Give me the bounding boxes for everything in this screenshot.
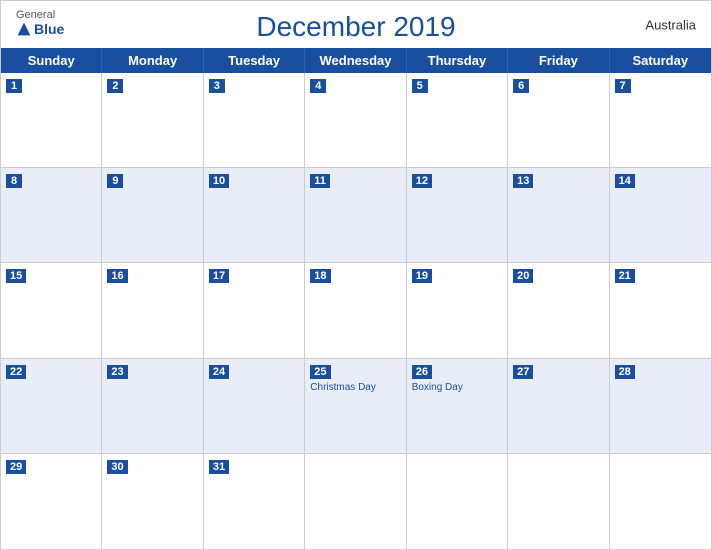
day-saturday: Saturday <box>610 48 711 73</box>
day-number: 5 <box>412 79 428 93</box>
day-sunday: Sunday <box>1 48 102 73</box>
day-number: 22 <box>6 365 26 379</box>
calendar-day-cell: 27 <box>508 359 609 454</box>
day-number: 18 <box>310 269 330 283</box>
logo-blue-text: Blue <box>16 21 64 37</box>
calendar-day-cell <box>407 454 508 549</box>
logo-general-text: General <box>16 9 55 21</box>
day-number: 1 <box>6 79 22 93</box>
calendar-day-cell: 15 <box>1 263 102 358</box>
day-number: 9 <box>107 174 123 188</box>
day-tuesday: Tuesday <box>204 48 305 73</box>
day-friday: Friday <box>508 48 609 73</box>
day-number: 4 <box>310 79 326 93</box>
country-label: Australia <box>645 17 696 32</box>
calendar-day-cell: 6 <box>508 73 609 168</box>
day-number: 29 <box>6 460 26 474</box>
calendar: General Blue December 2019 Australia Sun… <box>0 0 712 550</box>
calendar-day-cell: 29 <box>1 454 102 549</box>
calendar-day-cell <box>610 454 711 549</box>
day-number: 25 <box>310 365 330 379</box>
day-number: 24 <box>209 365 229 379</box>
day-number: 23 <box>107 365 127 379</box>
calendar-day-cell: 2 <box>102 73 203 168</box>
calendar-day-cell: 17 <box>204 263 305 358</box>
day-number: 7 <box>615 79 631 93</box>
calendar-day-cell: 24 <box>204 359 305 454</box>
calendar-day-cell: 28 <box>610 359 711 454</box>
calendar-day-cell: 31 <box>204 454 305 549</box>
calendar-day-cell: 23 <box>102 359 203 454</box>
day-number: 14 <box>615 174 635 188</box>
day-thursday: Thursday <box>407 48 508 73</box>
day-number: 6 <box>513 79 529 93</box>
day-number: 17 <box>209 269 229 283</box>
calendar-day-cell: 13 <box>508 168 609 263</box>
calendar-day-cell: 11 <box>305 168 406 263</box>
day-number: 11 <box>310 174 330 188</box>
month-title: December 2019 <box>256 11 455 43</box>
calendar-day-cell: 18 <box>305 263 406 358</box>
calendar-day-cell: 9 <box>102 168 203 263</box>
calendar-day-cell: 4 <box>305 73 406 168</box>
day-number: 20 <box>513 269 533 283</box>
day-number: 8 <box>6 174 22 188</box>
day-number: 28 <box>615 365 635 379</box>
calendar-grid: 1234567891011121314151617181920212223242… <box>1 73 711 549</box>
calendar-day-cell: 8 <box>1 168 102 263</box>
calendar-day-cell <box>508 454 609 549</box>
calendar-day-cell: 12 <box>407 168 508 263</box>
day-number: 10 <box>209 174 229 188</box>
day-number: 3 <box>209 79 225 93</box>
day-number: 30 <box>107 460 127 474</box>
holiday-label: Boxing Day <box>412 382 502 393</box>
calendar-header: General Blue December 2019 Australia <box>1 1 711 48</box>
days-of-week-header: Sunday Monday Tuesday Wednesday Thursday… <box>1 48 711 73</box>
day-number: 16 <box>107 269 127 283</box>
calendar-day-cell: 21 <box>610 263 711 358</box>
calendar-day-cell: 10 <box>204 168 305 263</box>
calendar-day-cell: 22 <box>1 359 102 454</box>
day-number: 21 <box>615 269 635 283</box>
day-number: 19 <box>412 269 432 283</box>
day-number: 27 <box>513 365 533 379</box>
calendar-day-cell: 3 <box>204 73 305 168</box>
day-number: 2 <box>107 79 123 93</box>
day-wednesday: Wednesday <box>305 48 406 73</box>
calendar-day-cell: 20 <box>508 263 609 358</box>
day-number: 13 <box>513 174 533 188</box>
calendar-day-cell: 5 <box>407 73 508 168</box>
day-number: 31 <box>209 460 229 474</box>
calendar-day-cell <box>305 454 406 549</box>
calendar-day-cell: 25 Christmas Day <box>305 359 406 454</box>
day-number: 12 <box>412 174 432 188</box>
logo-icon <box>16 21 32 37</box>
calendar-day-cell: 1 <box>1 73 102 168</box>
day-number: 15 <box>6 269 26 283</box>
day-monday: Monday <box>102 48 203 73</box>
calendar-day-cell: 30 <box>102 454 203 549</box>
day-number: 26 <box>412 365 432 379</box>
calendar-day-cell: 19 <box>407 263 508 358</box>
calendar-day-cell: 16 <box>102 263 203 358</box>
calendar-day-cell: 14 <box>610 168 711 263</box>
calendar-day-cell: 7 <box>610 73 711 168</box>
calendar-day-cell: 26 Boxing Day <box>407 359 508 454</box>
holiday-label: Christmas Day <box>310 382 400 393</box>
logo: General Blue <box>16 9 64 37</box>
